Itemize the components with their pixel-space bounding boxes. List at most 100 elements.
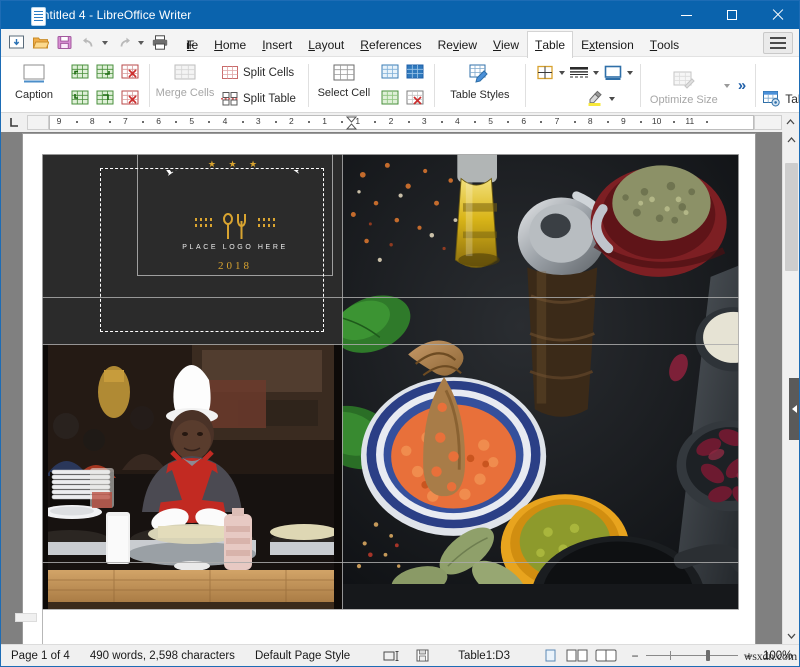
merge-cells-button[interactable]: Merge Cells bbox=[157, 59, 213, 112]
ruler-tick-dot bbox=[507, 121, 509, 123]
logo-cell[interactable]: ★ ★ ★ RESTAURANT bbox=[42, 154, 342, 344]
new-document-icon[interactable] bbox=[5, 32, 27, 54]
document-page[interactable]: ★ ★ ★ RESTAURANT bbox=[23, 134, 755, 644]
split-table-button[interactable]: Split Table bbox=[219, 86, 301, 111]
ruler-tick-dot bbox=[540, 121, 542, 123]
indent-marker-icon[interactable] bbox=[345, 116, 358, 130]
table-menu-button[interactable]: Table bbox=[760, 60, 799, 84]
image-selection-outline[interactable] bbox=[100, 168, 324, 332]
ribbon-separator-1 bbox=[149, 64, 150, 107]
zoom-out-button[interactable]: − bbox=[627, 649, 643, 663]
undo-dropdown-caret[interactable] bbox=[102, 41, 108, 45]
save-icon[interactable] bbox=[53, 32, 75, 54]
page-count-status[interactable]: Page 1 of 4 bbox=[1, 645, 80, 667]
page-style-status[interactable]: Default Page Style bbox=[245, 645, 360, 667]
vertical-scrollbar[interactable] bbox=[782, 132, 799, 644]
close-button[interactable] bbox=[754, 1, 799, 29]
table-properties-button[interactable]: Table Properties bbox=[760, 86, 799, 111]
tab-review[interactable]: Review bbox=[430, 31, 485, 58]
borders-dropdown-caret[interactable] bbox=[559, 71, 565, 75]
borders-icon[interactable] bbox=[533, 61, 557, 85]
split-cells-button[interactable]: Split Cells bbox=[219, 60, 301, 85]
ruler-tick: 6 bbox=[521, 116, 526, 126]
ribbon-tabs: FFileile Home Insert Layout References R… bbox=[179, 29, 763, 57]
tab-home[interactable]: Home bbox=[206, 31, 254, 58]
chef-photo[interactable] bbox=[42, 344, 342, 609]
ruler-tick-dot bbox=[109, 121, 111, 123]
redo-icon[interactable] bbox=[113, 32, 135, 54]
maximize-button[interactable] bbox=[709, 1, 754, 29]
select-row-icon[interactable] bbox=[378, 86, 402, 110]
background-color-icon[interactable] bbox=[601, 61, 625, 85]
multi-page-view-icon[interactable] bbox=[566, 649, 588, 663]
window-title: Untitled 4 - LibreOffice Writer bbox=[34, 8, 664, 22]
insert-column-after-icon[interactable] bbox=[93, 86, 117, 110]
border-style-icon[interactable] bbox=[567, 61, 591, 85]
scroll-up-icon[interactable] bbox=[783, 132, 800, 149]
optimize-size-dropdown-caret[interactable] bbox=[724, 84, 730, 88]
delete-table-icon[interactable] bbox=[403, 86, 427, 110]
food-ingredients-photo[interactable] bbox=[342, 154, 739, 609]
select-cell-button[interactable]: Select Cell bbox=[316, 59, 372, 112]
open-folder-icon[interactable] bbox=[29, 32, 51, 54]
scrollbar-thumb[interactable] bbox=[785, 163, 798, 271]
ruler-tick-dot bbox=[574, 121, 576, 123]
hamburger-menu-icon[interactable] bbox=[763, 32, 793, 54]
tab-layout[interactable]: Layout bbox=[300, 31, 352, 58]
highlighting-dropdown-caret[interactable] bbox=[609, 97, 615, 101]
select-table-icon[interactable] bbox=[378, 60, 402, 84]
ruler-tick-dot bbox=[673, 121, 675, 123]
scroll-down-icon[interactable] bbox=[783, 627, 800, 644]
undo-icon[interactable] bbox=[77, 32, 99, 54]
delete-column-icon[interactable] bbox=[118, 86, 142, 110]
tab-view[interactable]: View bbox=[485, 31, 527, 58]
print-icon[interactable] bbox=[149, 32, 171, 54]
tab-stop-icon[interactable] bbox=[1, 113, 27, 132]
table-styles-button[interactable]: Table Styles bbox=[442, 59, 518, 112]
word-count-status[interactable]: 490 words, 2,598 characters bbox=[80, 645, 245, 667]
ribbon-overflow-icon[interactable]: » bbox=[734, 77, 748, 94]
highlighting-icon[interactable] bbox=[583, 87, 607, 111]
tab-file[interactable]: FFileile bbox=[179, 31, 206, 58]
document-icon bbox=[10, 6, 26, 24]
optimize-size-button[interactable]: Optimize Size bbox=[648, 66, 720, 106]
ruler-scroll-corner bbox=[782, 113, 799, 132]
tab-references[interactable]: References bbox=[352, 31, 429, 58]
tab-table[interactable]: Table bbox=[527, 31, 573, 58]
zoom-slider-thumb[interactable] bbox=[706, 650, 710, 661]
book-view-icon[interactable] bbox=[595, 649, 617, 663]
tab-insert[interactable]: Insert bbox=[254, 31, 300, 58]
zoom-slider[interactable] bbox=[646, 655, 738, 656]
ruler-tick-dot bbox=[408, 121, 410, 123]
sidebar-show-handle[interactable] bbox=[789, 378, 799, 440]
tab-extension[interactable]: Extension bbox=[573, 31, 642, 58]
document-table[interactable]: ★ ★ ★ RESTAURANT bbox=[42, 154, 739, 644]
ribbon-group-select: Select Cell bbox=[313, 59, 375, 112]
border-style-dropdown-caret[interactable] bbox=[593, 71, 599, 75]
ruler-tick: 8 bbox=[90, 116, 95, 126]
zoom-level-label[interactable]: 100% bbox=[757, 650, 798, 662]
insert-column-before-icon[interactable] bbox=[93, 60, 117, 84]
document-canvas[interactable]: ★ ★ ★ RESTAURANT bbox=[1, 132, 782, 644]
delete-row-icon[interactable] bbox=[118, 60, 142, 84]
ribbon-separator-5 bbox=[640, 64, 641, 107]
table-cell-status[interactable]: Table1:D3 bbox=[436, 645, 532, 667]
unsaved-changes-icon[interactable] bbox=[409, 645, 436, 667]
redo-dropdown-caret[interactable] bbox=[138, 41, 144, 45]
insert-row-above-icon[interactable] bbox=[68, 60, 92, 84]
insert-row-below-icon[interactable] bbox=[68, 86, 92, 110]
minimize-button[interactable] bbox=[664, 1, 709, 29]
caption-button[interactable]: Caption bbox=[6, 59, 62, 112]
zoom-in-button[interactable]: + bbox=[741, 649, 757, 663]
background-color-dropdown-caret[interactable] bbox=[627, 71, 633, 75]
ruler-tick: 6 bbox=[156, 116, 161, 126]
single-page-view-icon[interactable] bbox=[542, 649, 559, 663]
horizontal-scroll-stub[interactable] bbox=[15, 613, 37, 622]
libreoffice-writer-window: Untitled 4 - LibreOffice Writer bbox=[0, 0, 800, 667]
ruler-tick-dot bbox=[706, 121, 708, 123]
selection-mode-icon[interactable] bbox=[376, 645, 409, 667]
language-status[interactable] bbox=[360, 645, 376, 667]
tab-tools[interactable]: Tools bbox=[642, 31, 687, 58]
horizontal-ruler[interactable]: 9876543211234567891011 bbox=[27, 113, 782, 132]
select-column-icon[interactable] bbox=[403, 60, 427, 84]
